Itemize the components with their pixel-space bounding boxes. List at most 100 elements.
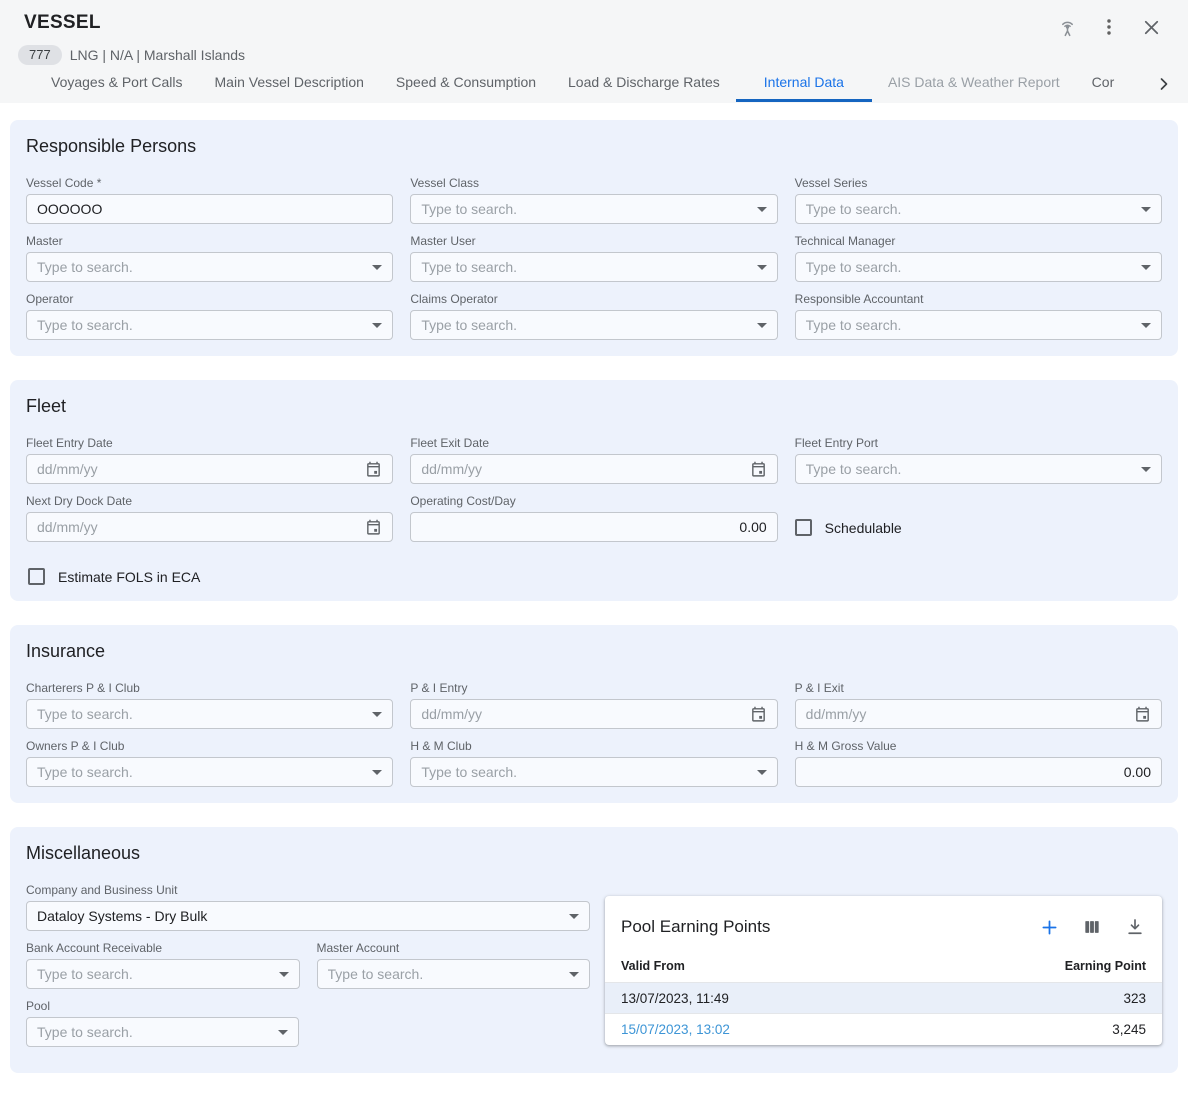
- pi-exit-date-value[interactable]: [806, 706, 1126, 722]
- operator-input[interactable]: [37, 317, 364, 333]
- chevron-down-icon[interactable]: [757, 770, 767, 775]
- table-row[interactable]: 13/07/2023, 11:49 323: [605, 982, 1162, 1013]
- tab-voyages-port-calls[interactable]: Voyages & Port Calls: [35, 66, 199, 102]
- vessel-code-value[interactable]: [37, 201, 382, 217]
- download-icon[interactable]: [1124, 916, 1146, 938]
- vessel-series-select[interactable]: [795, 194, 1162, 224]
- hm-club-input[interactable]: [421, 764, 748, 780]
- vessel-class-label: Vessel Class: [410, 176, 777, 190]
- master-label: Master: [26, 234, 393, 248]
- fleet-entry-port-select[interactable]: [795, 454, 1162, 484]
- chevron-down-icon[interactable]: [757, 323, 767, 328]
- vessel-window: VESSEL: [0, 0, 1188, 1073]
- antenna-icon[interactable]: [1054, 14, 1080, 40]
- close-icon[interactable]: [1138, 14, 1164, 40]
- chevron-down-icon[interactable]: [372, 770, 382, 775]
- master-input[interactable]: [37, 259, 364, 275]
- hm-gross-value-value[interactable]: [806, 764, 1151, 780]
- fleet-entry-port-input[interactable]: [806, 461, 1133, 477]
- claims-operator-select[interactable]: [410, 310, 777, 340]
- section-fleet: Fleet Fleet Entry Date Fleet Exit Date: [10, 380, 1178, 601]
- pi-entry-date-input[interactable]: [410, 699, 777, 729]
- chevron-right-icon[interactable]: [1154, 74, 1174, 102]
- hm-club-select[interactable]: [410, 757, 777, 787]
- chevron-down-icon[interactable]: [1141, 207, 1151, 212]
- fleet-exit-date-input[interactable]: [410, 454, 777, 484]
- operating-cost-day-value[interactable]: [421, 519, 766, 535]
- tab-speed-consumption[interactable]: Speed & Consumption: [380, 66, 552, 102]
- valid-from-cell-link[interactable]: 15/07/2023, 13:02: [621, 1022, 730, 1037]
- fleet-exit-date-value[interactable]: [421, 461, 741, 477]
- pool-input[interactable]: [37, 1024, 270, 1040]
- tab-cor-truncated[interactable]: Cor: [1076, 66, 1131, 102]
- valid-from-cell[interactable]: 13/07/2023, 11:49: [621, 991, 729, 1006]
- next-dry-dock-date-input[interactable]: [26, 512, 393, 542]
- claims-operator-input[interactable]: [421, 317, 748, 333]
- charterers-pi-club-input[interactable]: [37, 706, 364, 722]
- chevron-down-icon[interactable]: [372, 323, 382, 328]
- company-business-unit-value[interactable]: [37, 908, 561, 924]
- fleet-entry-date-value[interactable]: [37, 461, 357, 477]
- operating-cost-day-input[interactable]: [410, 512, 777, 542]
- company-business-unit-select[interactable]: [26, 901, 590, 931]
- schedulable-checkbox[interactable]: Schedulable: [795, 519, 902, 536]
- tab-load-discharge-rates[interactable]: Load & Discharge Rates: [552, 66, 736, 102]
- tab-main-vessel-description[interactable]: Main Vessel Description: [199, 66, 380, 102]
- chevron-down-icon[interactable]: [569, 972, 579, 977]
- calendar-icon[interactable]: [750, 461, 767, 478]
- pool-select[interactable]: [26, 1017, 299, 1047]
- columns-icon[interactable]: [1081, 916, 1103, 938]
- chevron-down-icon[interactable]: [569, 914, 579, 919]
- chevron-down-icon[interactable]: [372, 712, 382, 717]
- window-header: VESSEL: [0, 0, 1188, 103]
- calendar-icon[interactable]: [365, 461, 382, 478]
- tab-ais-data-weather-report[interactable]: AIS Data & Weather Report: [872, 66, 1076, 102]
- chevron-down-icon[interactable]: [757, 207, 767, 212]
- responsible-accountant-input[interactable]: [806, 317, 1133, 333]
- hm-gross-value-label: H & M Gross Value: [795, 739, 1162, 753]
- hm-gross-value-input[interactable]: [795, 757, 1162, 787]
- calendar-icon[interactable]: [750, 706, 767, 723]
- chevron-down-icon[interactable]: [1141, 265, 1151, 270]
- next-dry-dock-date-value[interactable]: [37, 519, 357, 535]
- bank-account-receivable-select[interactable]: [26, 959, 300, 989]
- operator-select[interactable]: [26, 310, 393, 340]
- technical-manager-select[interactable]: [795, 252, 1162, 282]
- technical-manager-input[interactable]: [806, 259, 1133, 275]
- master-user-input[interactable]: [421, 259, 748, 275]
- vessel-class-input[interactable]: [421, 201, 748, 217]
- vessel-class-select[interactable]: [410, 194, 777, 224]
- responsible-accountant-field: Responsible Accountant: [795, 292, 1162, 340]
- tab-internal-data[interactable]: Internal Data: [736, 66, 872, 102]
- vessel-series-input[interactable]: [806, 201, 1133, 217]
- owners-pi-club-select[interactable]: [26, 757, 393, 787]
- pi-exit-date-input[interactable]: [795, 699, 1162, 729]
- add-icon[interactable]: [1038, 916, 1060, 938]
- internal-data-panel: Responsible Persons Vessel Code * Vessel…: [0, 103, 1188, 1073]
- bank-account-receivable-input[interactable]: [37, 966, 271, 982]
- kebab-menu-icon[interactable]: [1096, 14, 1122, 40]
- master-account-input[interactable]: [328, 966, 562, 982]
- table-row[interactable]: 15/07/2023, 13:02 3,245: [605, 1013, 1162, 1044]
- calendar-icon[interactable]: [365, 519, 382, 536]
- chevron-down-icon[interactable]: [372, 265, 382, 270]
- checkbox-icon[interactable]: [795, 519, 812, 536]
- pi-entry-date-value[interactable]: [421, 706, 741, 722]
- master-account-select[interactable]: [317, 959, 591, 989]
- calendar-icon[interactable]: [1134, 706, 1151, 723]
- estimate-fols-checkbox[interactable]: Estimate FOLS in ECA: [28, 568, 1162, 585]
- fleet-entry-date-input[interactable]: [26, 454, 393, 484]
- owners-pi-club-input[interactable]: [37, 764, 364, 780]
- chevron-down-icon[interactable]: [278, 1030, 288, 1035]
- vessel-code-input[interactable]: [26, 194, 393, 224]
- responsible-accountant-select[interactable]: [795, 310, 1162, 340]
- chevron-down-icon[interactable]: [1141, 323, 1151, 328]
- chevron-down-icon[interactable]: [279, 972, 289, 977]
- master-user-select[interactable]: [410, 252, 777, 282]
- charterers-pi-club-select[interactable]: [26, 699, 393, 729]
- chevron-down-icon[interactable]: [1141, 467, 1151, 472]
- master-select[interactable]: [26, 252, 393, 282]
- chevron-down-icon[interactable]: [757, 265, 767, 270]
- checkbox-icon[interactable]: [28, 568, 45, 585]
- section-miscellaneous: Miscellaneous Company and Business Unit …: [10, 827, 1178, 1073]
